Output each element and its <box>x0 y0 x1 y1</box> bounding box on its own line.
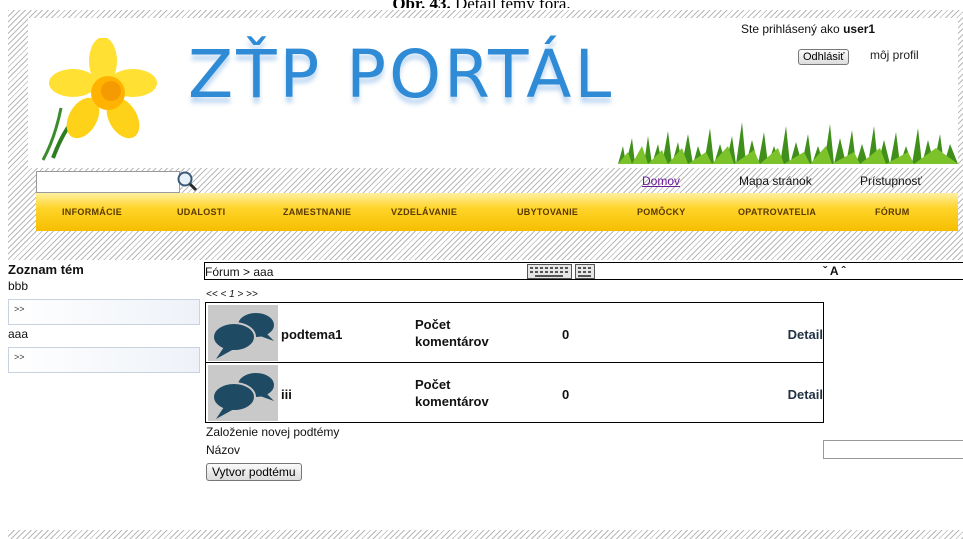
nav-item-pomocky[interactable]: POMÔCKY <box>637 207 686 217</box>
daffodil-logo-icon <box>41 38 157 161</box>
sitemap-link[interactable]: Mapa stránok <box>739 174 812 188</box>
search-input[interactable] <box>36 171 180 193</box>
comment-count: 0 <box>562 327 570 342</box>
detail-link[interactable]: Detail <box>788 387 823 402</box>
grass-decoration-icon <box>618 122 958 164</box>
comment-count-label: Počet komentárov <box>415 317 489 349</box>
logout-button[interactable]: Odhlásiť <box>798 49 850 65</box>
subtopic-name[interactable]: iii <box>281 387 292 402</box>
topic-item[interactable]: aaa <box>8 327 200 341</box>
nav-item-udalosti[interactable]: UDALOSTI <box>177 207 225 217</box>
accessibility-link[interactable]: Prístupnosť <box>860 174 922 188</box>
table-row: podtema1 Počet komentárov 0 Detail <box>206 303 823 363</box>
comment-count-label: Počet komentárov <box>415 377 489 409</box>
topic-list: Zoznam tém bbb >> aaa >> <box>8 262 200 373</box>
table-row: iii Počet komentárov 0 Detail <box>206 363 823 422</box>
subtopic-name-input[interactable] <box>823 440 963 459</box>
nav-item-informacie[interactable]: INFORMÁCIE <box>62 207 122 217</box>
my-profile-link[interactable]: môj profil <box>870 48 919 62</box>
chat-bubbles-icon <box>208 365 278 421</box>
create-subtopic-button[interactable]: Vytvor podtému <box>206 463 302 481</box>
subtopic-table: podtema1 Počet komentárov 0 Detail iii P… <box>205 302 824 423</box>
nav-item-vzdelavanie[interactable]: VZDELÁVANIE <box>391 207 457 217</box>
nav-item-zamestnanie[interactable]: ZAMESTNANIE <box>283 207 351 217</box>
comment-count: 0 <box>562 387 570 402</box>
new-subtopic-heading: Založenie novej podtémy <box>206 425 340 439</box>
topic-list-title: Zoznam tém <box>8 262 84 277</box>
search-icon[interactable] <box>176 170 198 192</box>
login-status: Ste prihlásený ako user1 <box>741 22 876 36</box>
username: user1 <box>843 22 876 36</box>
keyboard-icon[interactable] <box>527 264 595 279</box>
nav-item-ubytovanie[interactable]: UBYTOVANIE <box>517 207 578 217</box>
footer-bar <box>8 530 963 539</box>
nav-item-opatrovatelia[interactable]: OPATROVATELIA <box>738 207 816 217</box>
font-size-controls[interactable]: ˇ A ˆ <box>823 264 845 278</box>
main-nav: INFORMÁCIE UDALOSTI ZAMESTNANIE VZDELÁVA… <box>36 193 958 231</box>
topic-item[interactable]: bbb <box>8 279 200 293</box>
chat-bubbles-icon <box>208 305 278 361</box>
topic-more-button[interactable]: >> <box>8 299 200 325</box>
pagination[interactable]: << < 1 > >> <box>206 289 258 300</box>
header-banner: ZŤP PORTÁL <box>28 18 958 168</box>
header-area: ZŤP PORTÁL Ste prihlásený ako user1 Odhl… <box>8 10 963 260</box>
breadcrumb-bar: Fórum > aaa ˇ A ˆ <box>204 262 963 280</box>
nav-item-forum[interactable]: FÓRUM <box>875 207 910 217</box>
portal-logo[interactable]: ZŤP PORTÁL <box>188 36 614 113</box>
home-link[interactable]: Domov <box>642 174 680 188</box>
topic-more-button[interactable]: >> <box>8 347 200 373</box>
name-label: Názov <box>206 443 241 457</box>
figure-caption: Obr. 43. Detail témy fóra. <box>0 0 963 8</box>
subtopic-name[interactable]: podtema1 <box>281 327 342 342</box>
detail-link[interactable]: Detail <box>788 327 823 342</box>
breadcrumb[interactable]: Fórum > aaa <box>205 265 273 279</box>
